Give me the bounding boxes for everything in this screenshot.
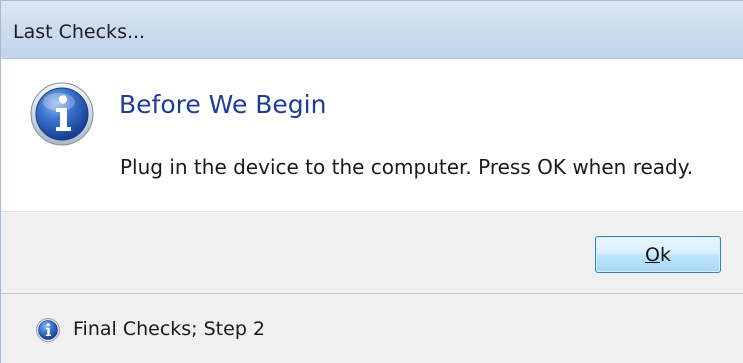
info-icon (36, 318, 60, 342)
status-text: Final Checks; Step 2 (73, 318, 266, 340)
dialog-content: Before We Begin Plug in the device to th… (1, 59, 743, 211)
window-title: Last Checks... (13, 21, 146, 43)
button-area: Ok (1, 211, 743, 293)
status-bar: Final Checks; Step 2 (1, 293, 743, 363)
dialog-message: Plug in the device to the computer. Pres… (120, 155, 694, 179)
ok-label-rest: k (659, 243, 671, 266)
ok-button[interactable]: Ok (595, 236, 721, 273)
info-icon (30, 82, 94, 146)
dialog-window: Last Checks... Before We Begin Plug in t… (0, 0, 743, 363)
dialog-heading: Before We Begin (119, 90, 327, 119)
ok-mnemonic: O (645, 243, 660, 266)
title-bar[interactable]: Last Checks... (1, 1, 743, 59)
